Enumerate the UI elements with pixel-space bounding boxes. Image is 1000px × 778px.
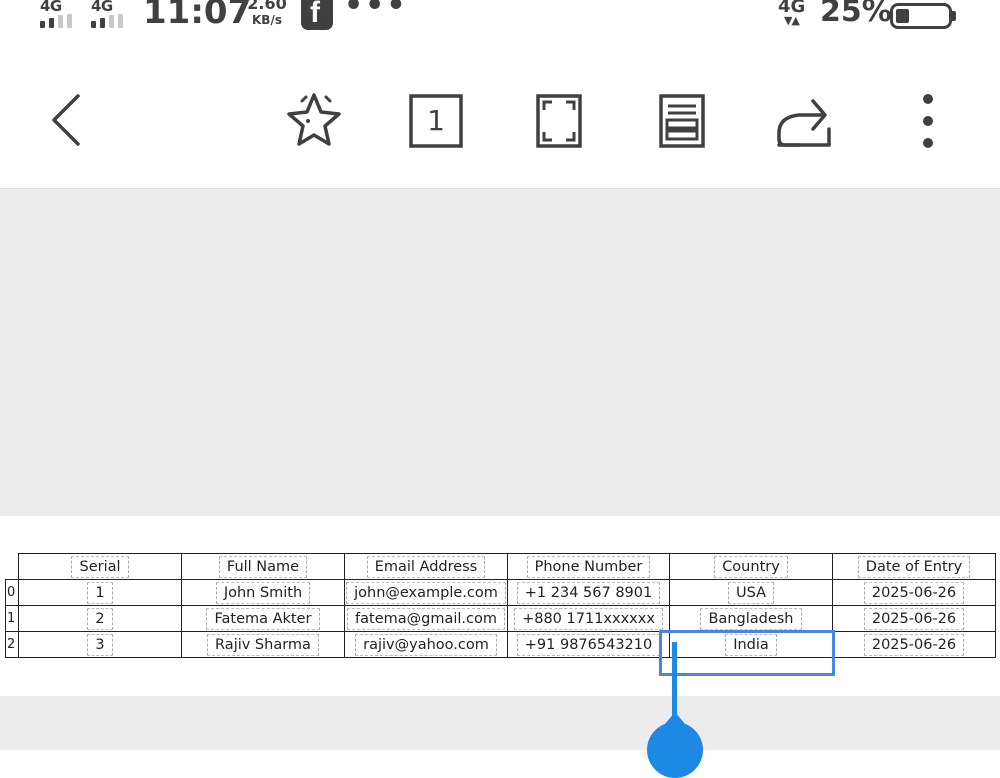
fit-page-button[interactable] xyxy=(519,81,599,161)
cell-email-address[interactable]: john@example.com xyxy=(344,579,508,606)
cell-serial[interactable]: 1 xyxy=(18,579,182,606)
effects-icon xyxy=(287,93,341,146)
cell-full-name[interactable]: Rajiv Sharma xyxy=(181,631,345,658)
header-phone-number[interactable]: Phone Number xyxy=(507,553,670,580)
cell-country[interactable]: Bangladesh xyxy=(669,605,833,632)
fit-page-icon xyxy=(536,94,582,148)
facebook-glyph: f xyxy=(310,0,320,29)
header-date-of-entry[interactable]: Date of Entry xyxy=(832,553,996,580)
selection-drag-handle[interactable] xyxy=(647,722,703,778)
table-row: 2 3 Rajiv Sharma rajiv@yahoo.com +91 987… xyxy=(5,631,996,658)
battery-icon xyxy=(890,3,956,29)
reading-mode-icon xyxy=(659,94,705,148)
network-speed-unit: KB/s xyxy=(252,13,282,27)
back-icon xyxy=(52,94,80,146)
page-number-button[interactable]: 1 xyxy=(396,81,476,161)
cell-email-address[interactable]: rajiv@yahoo.com xyxy=(344,631,508,658)
back-button[interactable] xyxy=(28,80,108,160)
share-icon xyxy=(777,99,831,147)
network-type-label-2: 4G xyxy=(91,0,113,15)
text-selection-box[interactable] xyxy=(659,630,835,676)
page-number-label: 1 xyxy=(427,104,445,137)
reading-mode-button[interactable] xyxy=(642,81,722,161)
header-country[interactable]: Country xyxy=(669,553,833,580)
mobile-data-icon: 4G ▼▲ xyxy=(778,0,814,30)
signal-strength-icon: 4G xyxy=(40,0,82,32)
cell-country[interactable]: USA xyxy=(669,579,833,606)
row-index: 2 xyxy=(5,631,19,658)
network-speed: 2.60 KB/s xyxy=(245,0,289,28)
row-index: 0 xyxy=(5,579,19,606)
more-vertical-icon xyxy=(923,94,933,148)
status-clock: 11:07 xyxy=(143,0,252,32)
data-activity-arrows: ▼▲ xyxy=(784,14,800,27)
facebook-notification-icon: f xyxy=(301,0,333,30)
signal-strength-icon-2: 4G xyxy=(91,0,133,32)
battery-percent: 25% xyxy=(820,0,892,29)
document-page[interactable]: Serial Full Name Email Address Phone Num… xyxy=(0,516,1000,696)
cell-date-of-entry[interactable]: 2025-06-26 xyxy=(832,605,996,632)
cell-phone-number[interactable]: +1 234 567 8901 xyxy=(507,579,670,606)
network-speed-value: 2.60 xyxy=(247,0,287,13)
cell-date-of-entry[interactable]: 2025-06-26 xyxy=(832,631,996,658)
document-viewport[interactable]: Serial Full Name Email Address Phone Num… xyxy=(0,189,1000,750)
cell-full-name[interactable]: John Smith xyxy=(181,579,345,606)
network-type-label: 4G xyxy=(40,0,62,15)
status-bar: 4G 4G 11:07 2.60 KB/s f ••• 4G ▼▲ 25% xyxy=(0,0,1000,40)
share-button[interactable] xyxy=(765,81,845,161)
app-toolbar: 1 xyxy=(0,40,1000,189)
table-header-row: Serial Full Name Email Address Phone Num… xyxy=(6,553,996,580)
more-options-button[interactable] xyxy=(888,81,968,161)
more-notifications-icon: ••• xyxy=(344,0,408,23)
table-row: 1 2 Fatema Akter fatema@gmail.com +880 1… xyxy=(5,605,996,632)
data-table: Serial Full Name Email Address Phone Num… xyxy=(5,553,996,658)
table-row: 0 1 John Smith john@example.com +1 234 5… xyxy=(5,579,996,606)
cell-serial[interactable]: 3 xyxy=(18,631,182,658)
cell-email-address[interactable]: fatema@gmail.com xyxy=(344,605,508,632)
header-email-address[interactable]: Email Address xyxy=(344,553,508,580)
cell-date-of-entry[interactable]: 2025-06-26 xyxy=(832,579,996,606)
cell-phone-number[interactable]: +880 1711xxxxxx xyxy=(507,605,670,632)
cell-serial[interactable]: 2 xyxy=(18,605,182,632)
cell-full-name[interactable]: Fatema Akter xyxy=(181,605,345,632)
row-index: 1 xyxy=(5,605,19,632)
cell-phone-number[interactable]: +91 9876543210 xyxy=(507,631,670,658)
effects-button[interactable] xyxy=(274,81,354,161)
header-serial[interactable]: Serial xyxy=(18,553,182,580)
header-full-name[interactable]: Full Name xyxy=(181,553,345,580)
index-header xyxy=(6,554,19,580)
